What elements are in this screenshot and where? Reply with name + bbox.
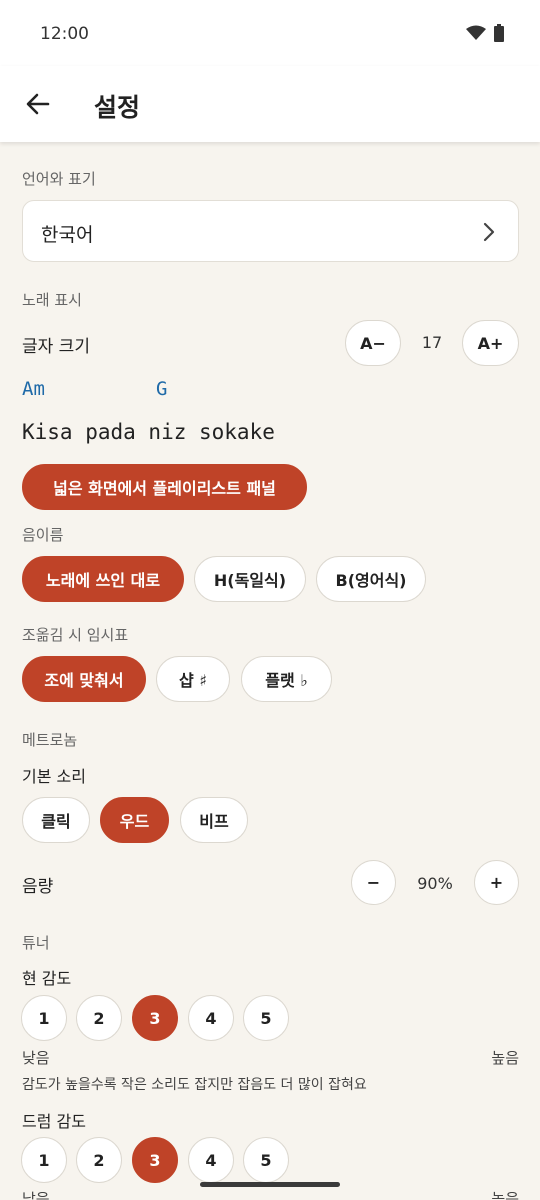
preview-chord: Am bbox=[22, 378, 45, 400]
chevron-right-icon bbox=[483, 222, 495, 242]
preview-lyric: Kisa pada niz sokake bbox=[22, 420, 275, 444]
accidental-option-sharp[interactable]: 샵 ♯ bbox=[156, 656, 230, 702]
drum-sensitivity-low-label: 낮음 bbox=[22, 1190, 50, 1200]
language-selector[interactable]: 한국어 bbox=[22, 200, 519, 262]
font-size-increase-button[interactable]: A+ bbox=[462, 320, 519, 366]
string-sensitivity-level-5[interactable]: 5 bbox=[243, 995, 289, 1041]
status-icons bbox=[466, 24, 504, 42]
volume-increase-button[interactable]: + bbox=[474, 860, 519, 905]
drum-sensitivity-level-3[interactable]: 3 bbox=[132, 1137, 178, 1183]
string-sensitivity-label: 현 감도 bbox=[22, 969, 72, 988]
font-size-label: 글자 크기 bbox=[22, 337, 90, 357]
string-sensitivity-level-1[interactable]: 1 bbox=[21, 995, 67, 1041]
volume-decrease-button[interactable]: − bbox=[351, 860, 396, 905]
sound-option-click[interactable]: 클릭 bbox=[22, 797, 90, 843]
note-name-option-english[interactable]: B(영어식) bbox=[316, 556, 426, 602]
sound-option-wood[interactable]: 우드 bbox=[100, 797, 169, 843]
string-sensitivity-level-2[interactable]: 2 bbox=[76, 995, 122, 1041]
tuner-section-label: 튜너 bbox=[22, 934, 50, 952]
page-title: 설정 bbox=[94, 93, 141, 122]
sound-option-beep[interactable]: 비프 bbox=[180, 797, 248, 843]
app-bar: 설정 bbox=[0, 66, 540, 142]
string-sensitivity-level-4[interactable]: 4 bbox=[188, 995, 234, 1041]
back-button[interactable] bbox=[22, 88, 54, 120]
string-sensitivity-level-3[interactable]: 3 bbox=[132, 995, 178, 1041]
drum-sensitivity-level-2[interactable]: 2 bbox=[76, 1137, 122, 1183]
battery-icon bbox=[494, 24, 504, 42]
volume-value: 90% bbox=[417, 874, 453, 893]
status-bar: 12:00 bbox=[0, 0, 540, 66]
note-name-option-as-written[interactable]: 노래에 쓰인 대로 bbox=[22, 556, 184, 602]
drum-sensitivity-level-5[interactable]: 5 bbox=[243, 1137, 289, 1183]
arrow-left-icon bbox=[26, 93, 50, 115]
language-value: 한국어 bbox=[41, 224, 94, 246]
string-sensitivity-high-label: 높음 bbox=[491, 1049, 519, 1067]
accidental-option-flat[interactable]: 플랫 ♭ bbox=[241, 656, 332, 702]
note-names-section-label: 음이름 bbox=[22, 526, 64, 544]
language-section-label: 언어와 표기 bbox=[22, 170, 96, 188]
sensitivity-hint: 감도가 높을수록 작은 소리도 잡지만 잡음도 더 많이 잡혀요 bbox=[22, 1077, 367, 1093]
drum-sensitivity-high-label: 높음 bbox=[491, 1190, 519, 1200]
wifi-icon bbox=[466, 25, 486, 40]
font-size-decrease-button[interactable]: A− bbox=[345, 320, 401, 366]
string-sensitivity-low-label: 낮음 bbox=[22, 1049, 50, 1067]
drum-sensitivity-label: 드럼 감도 bbox=[22, 1112, 86, 1131]
drum-sensitivity-level-1[interactable]: 1 bbox=[21, 1137, 67, 1183]
metronome-sound-label: 기본 소리 bbox=[22, 767, 86, 786]
status-time: 12:00 bbox=[40, 24, 89, 44]
metronome-section-label: 메트로놈 bbox=[22, 731, 78, 749]
song-display-section-label: 노래 표시 bbox=[22, 291, 82, 309]
note-name-option-german[interactable]: H(독일식) bbox=[194, 556, 306, 602]
volume-label: 음량 bbox=[22, 877, 54, 897]
drum-sensitivity-level-4[interactable]: 4 bbox=[188, 1137, 234, 1183]
font-size-value: 17 bbox=[421, 333, 443, 352]
wide-screen-playlist-toggle[interactable]: 넓은 화면에서 플레이리스트 패널 bbox=[22, 464, 307, 510]
accidental-option-key[interactable]: 조에 맞춰서 bbox=[22, 656, 146, 702]
accidentals-section-label: 조옮김 시 임시표 bbox=[22, 626, 129, 644]
preview-chord: G bbox=[156, 378, 168, 400]
home-indicator[interactable] bbox=[200, 1182, 340, 1187]
